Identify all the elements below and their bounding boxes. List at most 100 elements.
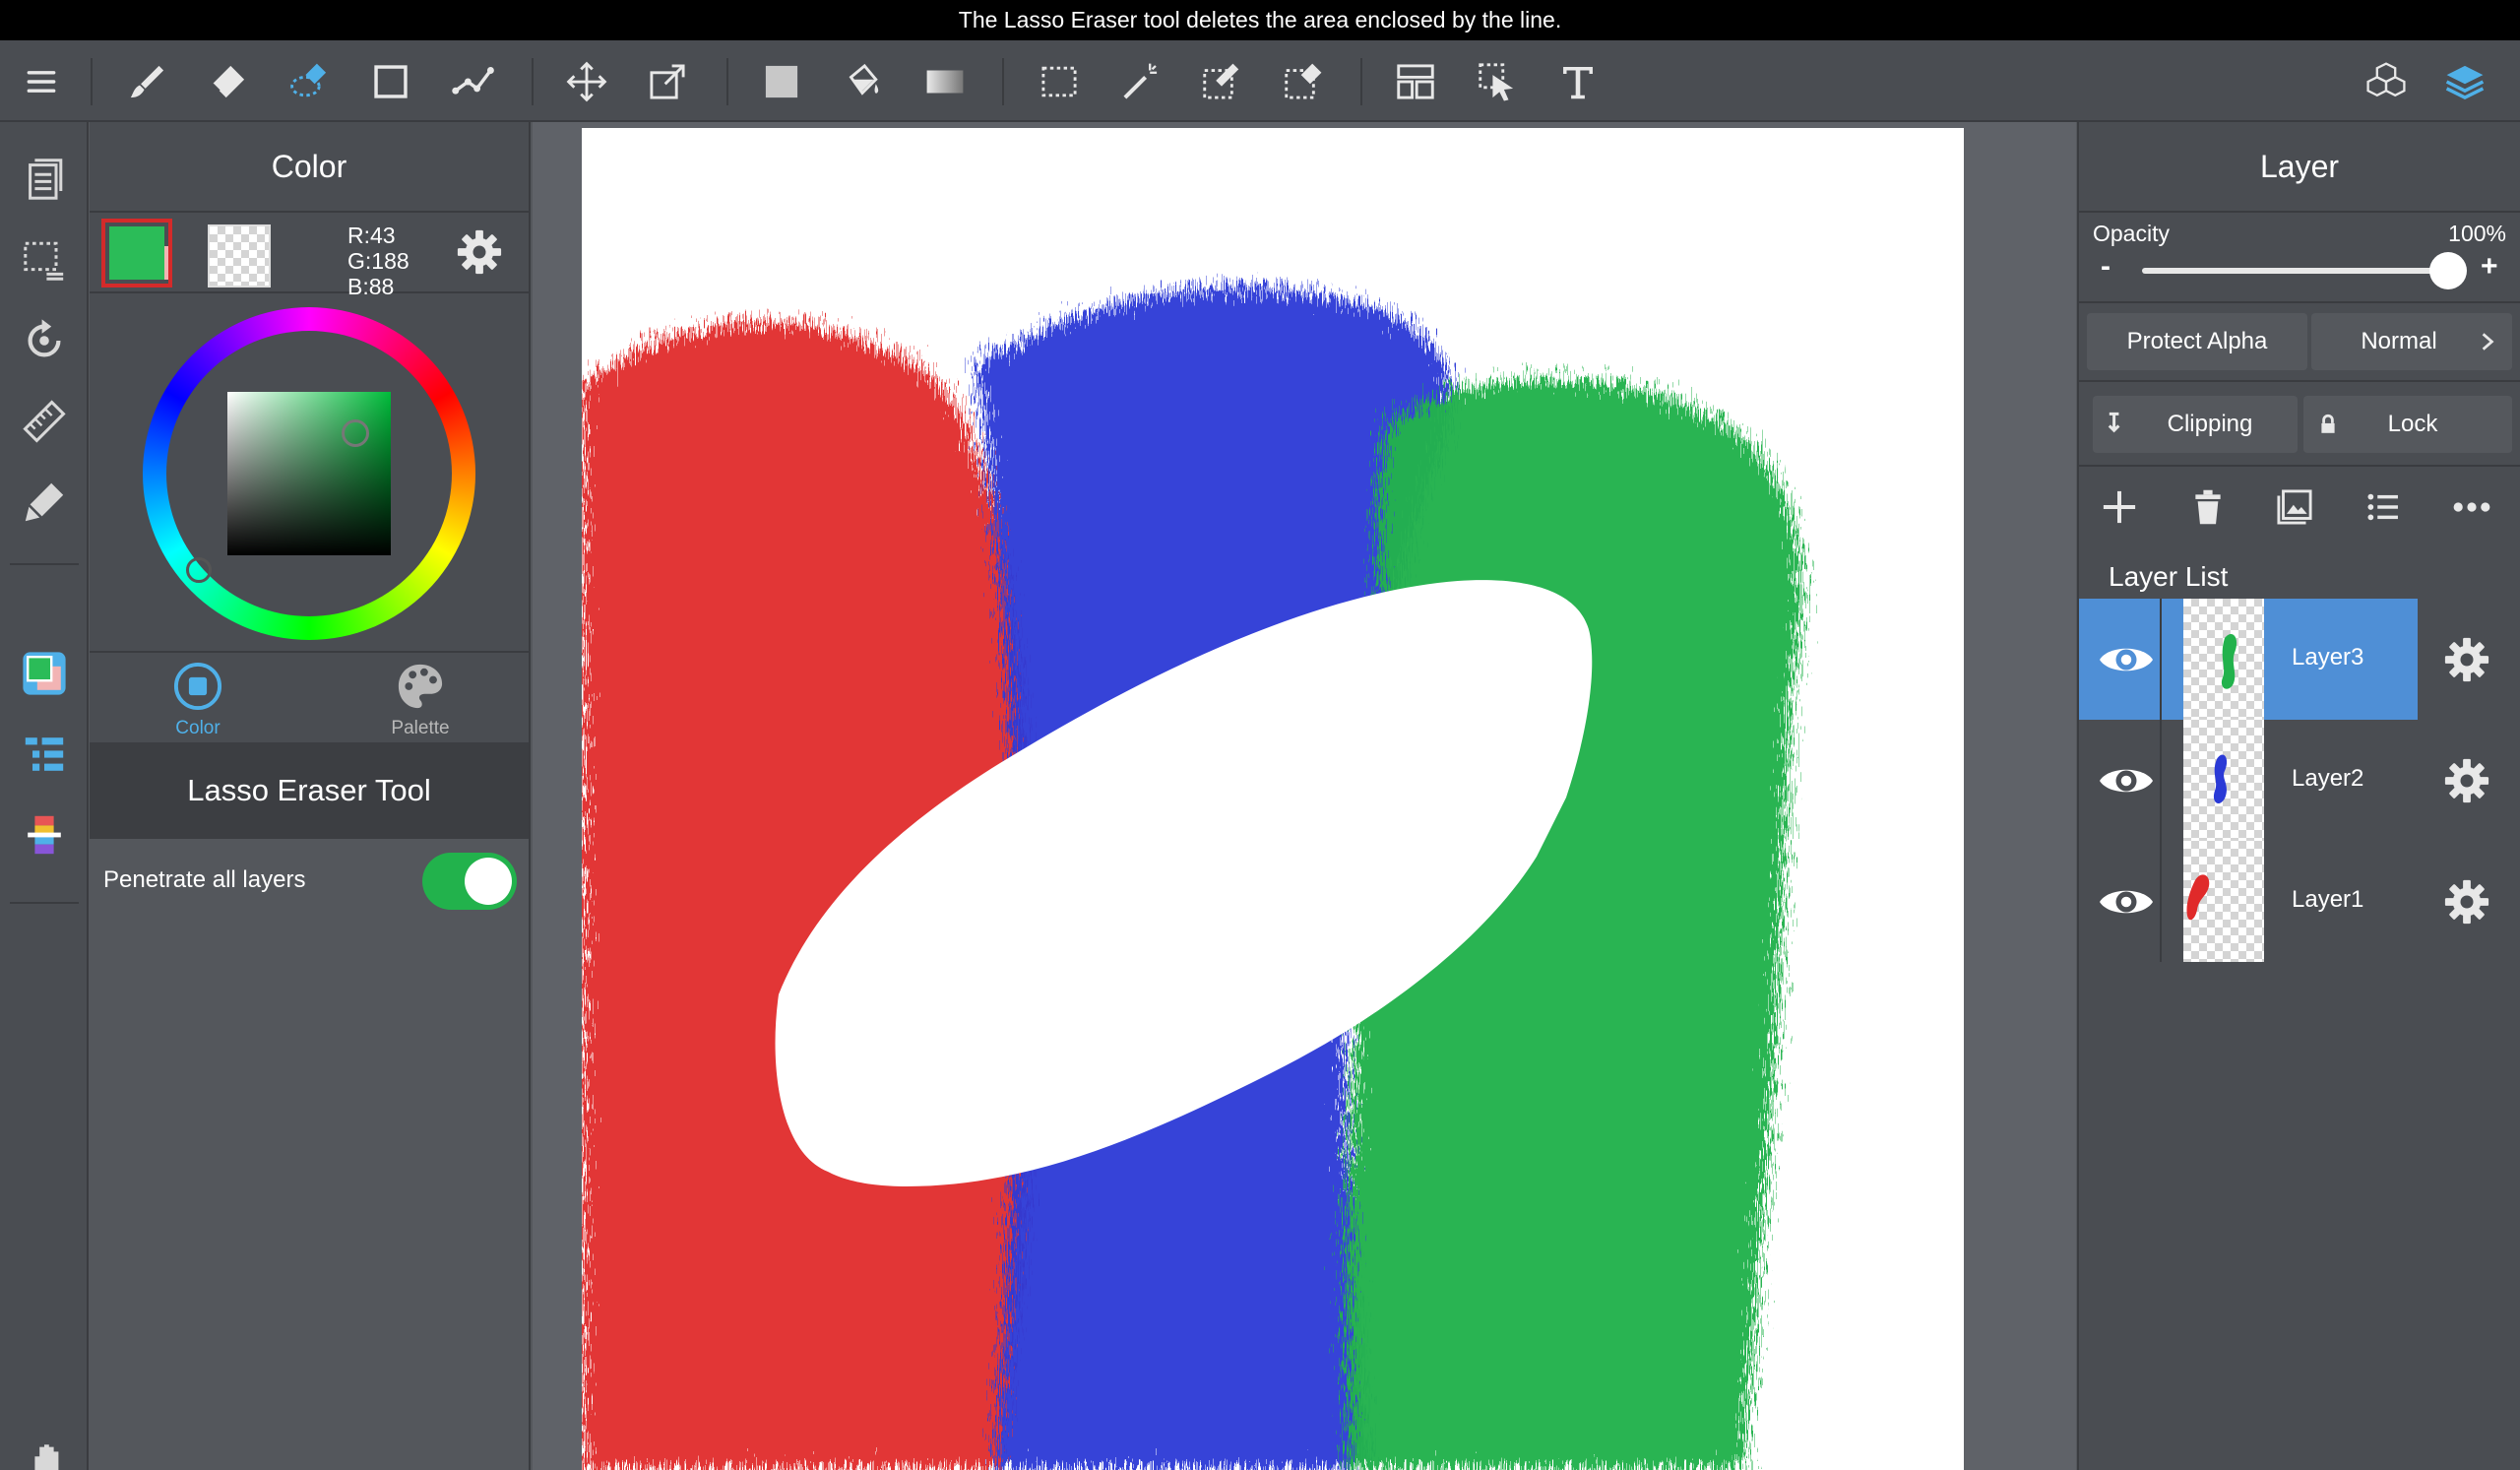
- text-icon[interactable]: [1548, 52, 1607, 111]
- layer-list: Layer3 Layer2 Layer1: [2079, 599, 2520, 963]
- delete-layer-icon[interactable]: [2185, 484, 2231, 530]
- mode-row: Protect Alpha Normal: [2079, 303, 2520, 382]
- opacity-label: Opacity: [2093, 221, 2170, 246]
- layer2-settings-gear-icon[interactable]: [2441, 755, 2492, 806]
- layer-list-title: Layer List: [2109, 561, 2229, 592]
- visibility-eye-icon[interactable]: [2097, 630, 2156, 689]
- visibility-eye-icon[interactable]: [2097, 751, 2156, 810]
- lasso-eraser-icon[interactable]: [281, 52, 340, 111]
- opacity-plus-button[interactable]: +: [2481, 250, 2498, 284]
- layer1-settings-gear-icon[interactable]: [2441, 876, 2492, 927]
- color-swatch-row: R:43 G:188 B:88: [90, 213, 529, 299]
- transparent-color-swatch[interactable]: [208, 224, 271, 288]
- color-wheel-area: [90, 293, 529, 653]
- blend-mode-button[interactable]: Normal: [2311, 313, 2512, 370]
- move-icon[interactable]: [557, 52, 616, 111]
- color-panel: Color R:43 G:188 B:88 Color Palette: [90, 122, 531, 742]
- menu-icon[interactable]: [12, 52, 71, 111]
- layer1-name: Layer1: [2292, 886, 2364, 913]
- color-swatch-icon[interactable]: [15, 644, 74, 703]
- layer3-settings-gear-icon[interactable]: [2441, 634, 2492, 685]
- tool-title: Lasso Eraser Tool: [90, 742, 529, 839]
- clipping-icon: [2108, 412, 2120, 433]
- opacity-slider-thumb[interactable]: [2429, 252, 2467, 289]
- eraser-icon[interactable]: [199, 52, 258, 111]
- more-options-icon[interactable]: [2449, 484, 2494, 530]
- main-color-swatch[interactable]: [101, 219, 172, 288]
- color-panel-title: Color: [90, 122, 529, 213]
- layer-image-icon[interactable]: [2272, 484, 2317, 530]
- hand-icon[interactable]: [15, 1432, 74, 1470]
- select-pen-icon[interactable]: [1192, 52, 1251, 111]
- color-settings-gear-icon[interactable]: [454, 226, 505, 278]
- rotate-icon[interactable]: [15, 311, 74, 370]
- rgb-green: G:188: [347, 248, 410, 274]
- opacity-value: 100%: [2448, 221, 2506, 246]
- visibility-eye-icon[interactable]: [2097, 872, 2156, 931]
- lock-button[interactable]: Lock: [2303, 396, 2512, 453]
- layout-icon[interactable]: [1386, 52, 1445, 111]
- material-icon[interactable]: [2357, 52, 2416, 111]
- penetrate-label: Penetrate all layers: [103, 866, 306, 893]
- rgb-readout: R:43 G:188 B:88: [347, 223, 410, 299]
- clipping-button[interactable]: Clipping: [2093, 396, 2298, 453]
- page-icon[interactable]: [15, 150, 74, 209]
- select-icon[interactable]: [1030, 52, 1089, 111]
- opacity-slider-track[interactable]: [2142, 268, 2449, 274]
- penetrate-toggle[interactable]: [422, 853, 517, 910]
- rectangle-icon[interactable]: [361, 52, 420, 111]
- layer-row-layer1[interactable]: Layer1: [2079, 841, 2418, 962]
- lock-icon: [2321, 414, 2335, 433]
- canvas-area[interactable]: [533, 122, 2076, 1470]
- tab-palette[interactable]: Palette: [361, 661, 479, 739]
- snap-pen-icon[interactable]: [15, 473, 74, 532]
- fill-icon[interactable]: [752, 52, 811, 111]
- ruler-icon[interactable]: [15, 392, 74, 451]
- operation-icon[interactable]: [1468, 52, 1527, 111]
- layer-row-layer3[interactable]: Layer3: [2079, 599, 2418, 720]
- tab-palette-label: Palette: [391, 718, 450, 738]
- layer1-thumbnail: [2183, 841, 2264, 962]
- add-layer-icon[interactable]: [2097, 484, 2142, 530]
- opacity-minus-button[interactable]: -: [2101, 250, 2110, 284]
- layer2-thumbnail: [2183, 720, 2264, 841]
- gradient-icon[interactable]: [915, 52, 975, 111]
- layer-panel: Layer Opacity 100% - + Protect Alpha Nor…: [2077, 122, 2520, 1470]
- layer2-name: Layer2: [2292, 765, 2364, 792]
- bucket-icon[interactable]: [833, 52, 892, 111]
- sv-cursor[interactable]: [342, 419, 369, 447]
- saturation-value-square[interactable]: [227, 392, 391, 555]
- brush-icon[interactable]: [118, 52, 177, 111]
- layer-row-layer2[interactable]: Layer2: [2079, 720, 2418, 841]
- color-tabs: Color Palette: [90, 653, 529, 741]
- tooltip-banner: The Lasso Eraser tool deletes the area e…: [0, 0, 2520, 40]
- opacity-row: Opacity 100% - +: [2079, 213, 2520, 303]
- chevron-right-icon: [2482, 333, 2494, 351]
- top-toolbar: [0, 40, 2520, 122]
- tab-color[interactable]: Color: [139, 661, 257, 739]
- penetrate-row: Penetrate all layers: [90, 839, 529, 922]
- tool-property-panel: Lasso Eraser Tool Penetrate all layers: [90, 742, 531, 1470]
- magic-wand-icon[interactable]: [1111, 52, 1170, 111]
- brush-list-icon[interactable]: [15, 725, 74, 784]
- tab-color-label: Color: [175, 718, 220, 738]
- transform-icon[interactable]: [638, 52, 697, 111]
- select-eraser-icon[interactable]: [1274, 52, 1333, 111]
- layer-icon[interactable]: [2435, 52, 2494, 111]
- left-rail: [0, 122, 89, 1470]
- layer-list-divider: [2160, 599, 2162, 962]
- blend-mode-label: Normal: [2361, 328, 2437, 354]
- selection-icon[interactable]: [15, 230, 74, 289]
- dot-icon[interactable]: [443, 52, 502, 111]
- clip-row: Clipping Lock: [2079, 382, 2520, 467]
- layer3-name: Layer3: [2292, 644, 2364, 671]
- layer-list-icon[interactable]: [2361, 484, 2406, 530]
- color-bar-icon[interactable]: [15, 805, 74, 864]
- hue-cursor[interactable]: [186, 557, 212, 583]
- canvas-paper[interactable]: [582, 128, 1964, 1470]
- protect-alpha-button[interactable]: Protect Alpha: [2087, 313, 2307, 370]
- layer-panel-title: Layer: [2079, 122, 2520, 213]
- clipping-label: Clipping: [2167, 411, 2253, 437]
- lock-label: Lock: [2387, 411, 2438, 437]
- protect-alpha-label: Protect Alpha: [2126, 328, 2268, 354]
